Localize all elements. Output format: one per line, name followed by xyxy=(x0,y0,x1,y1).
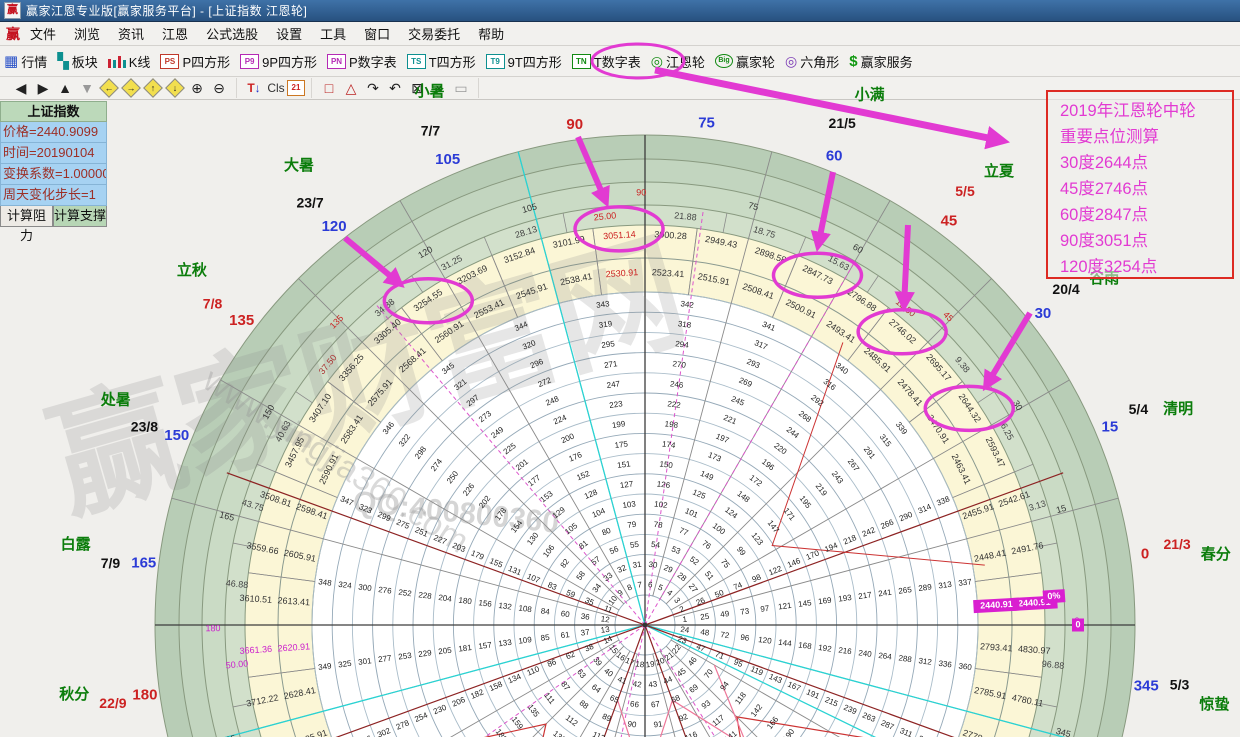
menu-file[interactable]: 文件 xyxy=(30,24,56,43)
menu-bar: 赢 文件 浏览 资讯 江恩 公式选股 设置 工具 窗口 交易委托 帮助 xyxy=(0,22,1240,46)
toolbar-t-table-button[interactable]: TN T数字表 xyxy=(572,52,641,71)
menu-news[interactable]: 资讯 xyxy=(118,24,144,43)
toolbar-9p-square-button[interactable]: P9 9P四方形 xyxy=(240,52,317,71)
toolbar-winner-wheel-button[interactable]: Big 赢家轮 xyxy=(715,52,775,71)
zoom-out-button[interactable]: ⊖ xyxy=(208,80,230,97)
toolbar-kline-button[interactable]: K线 xyxy=(108,52,151,71)
blocks-icon: ▚ xyxy=(57,54,69,69)
candlestick-icon xyxy=(108,54,126,68)
shift-down-button[interactable]: ↓ xyxy=(165,78,185,98)
dollar-icon: $ xyxy=(849,53,857,70)
zoom-in-button[interactable]: ⊕ xyxy=(186,80,208,97)
menu-settings[interactable]: 设置 xyxy=(276,24,302,43)
conversion-factor-row: 变换系数=1.00000 xyxy=(0,164,107,185)
time-row: 时间=20190104 xyxy=(0,143,107,164)
toolbar-p-square-button[interactable]: PS P四方形 xyxy=(160,52,230,71)
toolbar-p-table-button[interactable]: PN P数字表 xyxy=(327,52,397,71)
menu-gann[interactable]: 江恩 xyxy=(162,24,188,43)
calendar-icon[interactable]: 21 xyxy=(287,80,305,96)
window-title: 赢家江恩专业版[赢家服务平台] - [上证指数 江恩轮] xyxy=(26,2,307,19)
rotate-ccw-button[interactable]: ↶ xyxy=(384,80,406,97)
t-updown-button[interactable]: T↓ xyxy=(243,81,265,95)
menu-browse[interactable]: 浏览 xyxy=(74,24,100,43)
quote-table-icon: ▦ xyxy=(4,54,18,69)
menu-trade[interactable]: 交易委托 xyxy=(408,24,460,43)
shift-right-button[interactable]: → xyxy=(121,78,141,98)
price-row: 价格=2440.9099 xyxy=(0,122,107,143)
nav-down-button[interactable]: ▼ xyxy=(76,80,98,96)
toolbar-9t-square-button[interactable]: T9 9T四方形 xyxy=(486,52,562,71)
t9-icon: T9 xyxy=(486,54,505,69)
nav-up-button[interactable]: ▲ xyxy=(54,80,76,96)
cls-button[interactable]: Cls xyxy=(265,81,287,95)
box-x-button[interactable]: ⊠ xyxy=(406,80,428,97)
menu-logo-icon: 赢 xyxy=(6,24,20,44)
menu-window[interactable]: 窗口 xyxy=(364,24,390,43)
toolbar-t-square-button[interactable]: TS T四方形 xyxy=(407,52,476,71)
main-toolbar: ▦ 行情 ▚ 板块 K线 PS P四方形 P9 9P四方形 PN P数字表 TS… xyxy=(0,46,1240,77)
rotate-cw-button[interactable]: ↷ xyxy=(362,80,384,97)
app-logo-icon: 赢 xyxy=(4,2,21,19)
shift-up-button[interactable]: ↑ xyxy=(143,78,163,98)
toolbar-quotes-button[interactable]: ▦ 行情 xyxy=(4,52,47,71)
nav-right-button[interactable]: ▶ xyxy=(32,80,54,97)
instrument-info-panel: 上证指数 价格=2440.9099 时间=20190104 变换系数=1.000… xyxy=(0,101,107,227)
scale-button[interactable]: × xyxy=(428,80,450,96)
toolbar-gann-wheel-button[interactable]: ◎ 江恩轮 xyxy=(651,52,705,71)
nav-left-button[interactable]: ◀ xyxy=(10,80,32,97)
ps-icon: PS xyxy=(160,54,179,69)
calc-resistance-button[interactable]: 计算阻力 xyxy=(0,206,53,227)
step-row: 周天变化步长=1 xyxy=(0,185,107,206)
gann-wheel-icon: ◎ xyxy=(651,54,663,68)
calc-support-button[interactable]: 计算支撑 xyxy=(53,206,107,227)
toolbar-hexagon-button[interactable]: ◎ 六角形 xyxy=(785,52,839,71)
tn-icon: TN xyxy=(572,54,591,69)
title-bar: 赢 赢家江恩专业版[赢家服务平台] - [上证指数 江恩轮] xyxy=(0,0,1240,22)
toolbar-blocks-button[interactable]: ▚ 板块 xyxy=(57,52,98,71)
winner-wheel-icon: Big xyxy=(715,54,733,68)
draw-square-button[interactable]: □ xyxy=(318,80,340,96)
menu-tools[interactable]: 工具 xyxy=(320,24,346,43)
draw-triangle-button[interactable]: △ xyxy=(340,80,362,97)
instrument-title: 上证指数 xyxy=(0,101,107,122)
annotation-box: 2019年江恩轮中轮 重要点位测算 30度2644点 45度2746点 60度2… xyxy=(1046,90,1234,279)
menu-formula-stockpick[interactable]: 公式选股 xyxy=(206,24,258,43)
menu-help[interactable]: 帮助 xyxy=(478,24,504,43)
ts-icon: TS xyxy=(407,54,426,69)
toolbar-winner-service-button[interactable]: $ 赢家服务 xyxy=(849,52,912,71)
screen-button[interactable]: ▭ xyxy=(450,80,472,97)
shift-left-button[interactable]: ← xyxy=(99,78,119,98)
pn-icon: PN xyxy=(327,54,346,69)
p9-icon: P9 xyxy=(240,54,259,69)
hexagon-icon: ◎ xyxy=(785,54,797,68)
